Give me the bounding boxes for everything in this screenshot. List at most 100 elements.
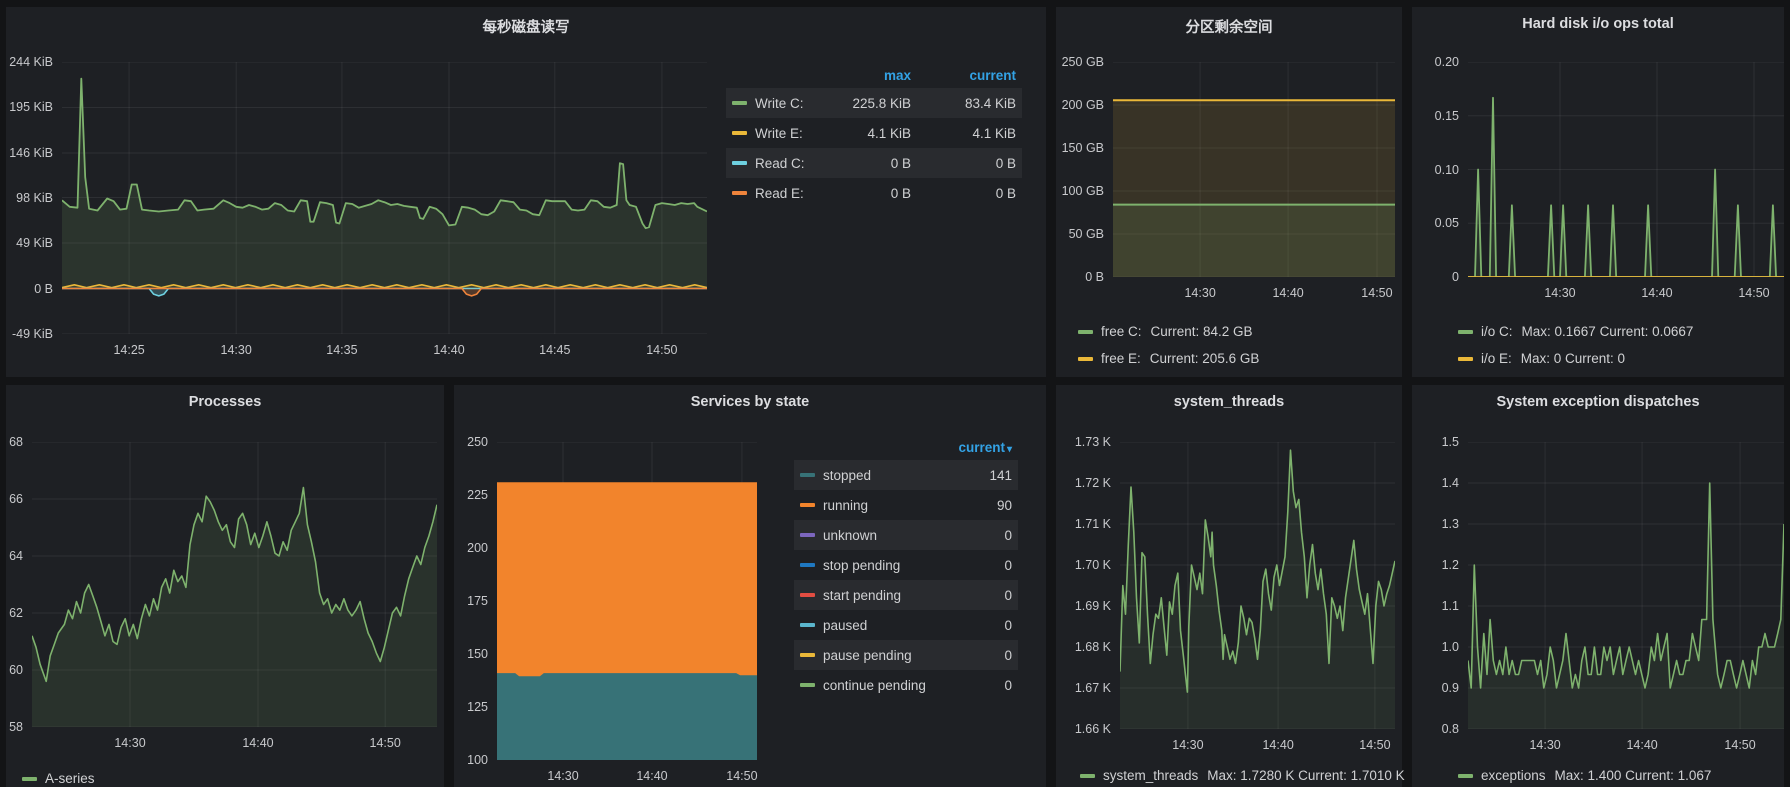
y-tick-label: 60 <box>6 663 23 677</box>
x-tick-label: 14:45 <box>525 343 585 357</box>
series-name[interactable]: Write C: <box>755 96 804 111</box>
series-name[interactable]: i/o C: <box>1481 324 1513 339</box>
y-tick-label: 100 <box>454 753 488 767</box>
y-tick-label: 150 GB <box>1056 141 1104 155</box>
series-name[interactable]: i/o E: <box>1481 351 1512 366</box>
series-name[interactable]: paused <box>823 618 867 633</box>
y-tick-label: 1.1 <box>1412 599 1459 613</box>
panel-title[interactable]: Hard disk i/o ops total <box>1412 16 1784 32</box>
series-name[interactable]: Read E: <box>755 186 804 201</box>
y-tick-label: 200 GB <box>1056 98 1104 112</box>
series-name[interactable]: A-series <box>45 771 95 786</box>
y-tick-label: 1.72 K <box>1056 476 1111 490</box>
x-tick-label: 14:50 <box>355 736 415 750</box>
series-current-value: 0 <box>952 528 1012 543</box>
series-color-dash <box>800 503 815 507</box>
legend-row-read-c: Read C: 0 B 0 B <box>726 148 1022 178</box>
y-tick-label: 1.68 K <box>1056 640 1111 654</box>
y-tick-label: 1.69 K <box>1056 599 1111 613</box>
legend-system-threads: system_threads Max: 1.7280 K Current: 1.… <box>1080 768 1405 783</box>
x-tick-label: 14:30 <box>533 769 593 783</box>
legend-io-e: i/o E: Max: 0 Current: 0 <box>1458 351 1625 366</box>
x-tick-label: 14:30 <box>1158 738 1218 752</box>
series-name[interactable]: free C: <box>1101 324 1142 339</box>
series-color-dash <box>732 161 747 165</box>
legend-column-max[interactable]: max <box>816 68 911 83</box>
y-tick-label: 0 B <box>6 282 53 296</box>
series-name[interactable]: exceptions <box>1481 768 1546 783</box>
series-name[interactable]: Write E: <box>755 126 803 141</box>
y-tick-label: 0 <box>1412 270 1459 284</box>
chart-plot[interactable] <box>1468 442 1784 729</box>
chart-plot[interactable] <box>32 442 437 727</box>
y-tick-label: 1.5 <box>1412 435 1459 449</box>
x-tick-label: 14:35 <box>312 343 372 357</box>
legend-table: max current Write C: 225.8 KiB 83.4 KiB … <box>726 62 1022 208</box>
chart-plot[interactable] <box>1113 62 1395 277</box>
legend-column-current[interactable]: current▾ <box>952 440 1012 455</box>
series-color-dash <box>1080 774 1095 778</box>
legend-row-unknown: unknown 0 <box>794 520 1018 550</box>
series-stats: Max: 1.7280 K Current: 1.7010 K <box>1207 768 1404 783</box>
x-tick-label: 14:30 <box>100 736 160 750</box>
y-tick-label: 175 <box>454 594 488 608</box>
x-tick-label: 14:40 <box>1627 286 1687 300</box>
series-max-value: 4.1 KiB <box>816 126 911 141</box>
y-tick-label: 1.73 K <box>1056 435 1111 449</box>
x-tick-label: 14:50 <box>1347 286 1407 300</box>
y-tick-label: 66 <box>6 492 23 506</box>
series-name[interactable]: pause pending <box>823 648 912 663</box>
series-name[interactable]: unknown <box>823 528 877 543</box>
y-tick-label: 50 GB <box>1056 227 1104 241</box>
series-color-dash <box>800 653 815 657</box>
series-current-value: 4.1 KiB <box>911 126 1016 141</box>
chart-plot[interactable] <box>62 62 707 334</box>
legend-free-c: free C: Current: 84.2 GB <box>1078 324 1253 339</box>
panel-title[interactable]: System exception dispatches <box>1412 394 1784 410</box>
panel-title[interactable]: Processes <box>6 394 444 410</box>
y-tick-label: 146 KiB <box>6 146 53 160</box>
x-tick-label: 14:30 <box>206 343 266 357</box>
legend-row-continue-pending: continue pending 0 <box>794 670 1018 700</box>
panel-title[interactable]: Services by state <box>454 394 1046 410</box>
series-current-value: 141 <box>952 468 1012 483</box>
x-tick-label: 14:40 <box>1248 738 1308 752</box>
x-tick-label: 14:25 <box>99 343 159 357</box>
series-color-dash <box>800 473 815 477</box>
x-tick-label: 14:40 <box>228 736 288 750</box>
x-tick-label: 14:50 <box>1724 286 1784 300</box>
series-stats: Current: 84.2 GB <box>1151 324 1253 339</box>
legend-row-start-pending: start pending 0 <box>794 580 1018 610</box>
series-color-dash <box>1078 330 1093 334</box>
panel-title[interactable]: system_threads <box>1056 394 1402 410</box>
panel-title[interactable]: 每秒磁盘读写 <box>6 16 1046 37</box>
series-name[interactable]: Read C: <box>755 156 805 171</box>
series-name[interactable]: start pending <box>823 588 901 603</box>
y-tick-label: -49 KiB <box>6 327 53 341</box>
legend-row-read-e: Read E: 0 B 0 B <box>726 178 1022 208</box>
series-stats: Current: 205.6 GB <box>1150 351 1260 366</box>
series-current-value: 83.4 KiB <box>911 96 1016 111</box>
series-name[interactable]: free E: <box>1101 351 1141 366</box>
panel-title[interactable]: 分区剩余空间 <box>1056 16 1402 37</box>
series-current-value: 0 B <box>911 186 1016 201</box>
y-tick-label: 125 <box>454 700 488 714</box>
y-tick-label: 225 <box>454 488 488 502</box>
x-tick-label: 14:40 <box>419 343 479 357</box>
chart-plot[interactable] <box>1468 62 1784 277</box>
series-color-dash <box>22 777 37 781</box>
series-name[interactable]: running <box>823 498 868 513</box>
series-color-dash <box>1458 357 1473 361</box>
chart-plot[interactable] <box>497 442 757 760</box>
series-stats: Max: 1.400 Current: 1.067 <box>1555 768 1712 783</box>
series-name[interactable]: system_threads <box>1103 768 1198 783</box>
chart-plot[interactable] <box>1120 442 1395 729</box>
y-tick-label: 58 <box>6 720 23 734</box>
series-name[interactable]: stop pending <box>823 558 900 573</box>
legend-column-current[interactable]: current <box>911 68 1016 83</box>
x-tick-label: 14:30 <box>1530 286 1590 300</box>
panel-processes: Processes A-series 68666462605814:3014:4… <box>6 385 444 787</box>
series-name[interactable]: continue pending <box>823 678 926 693</box>
series-name[interactable]: stopped <box>823 468 871 483</box>
y-tick-label: 195 KiB <box>6 100 53 114</box>
